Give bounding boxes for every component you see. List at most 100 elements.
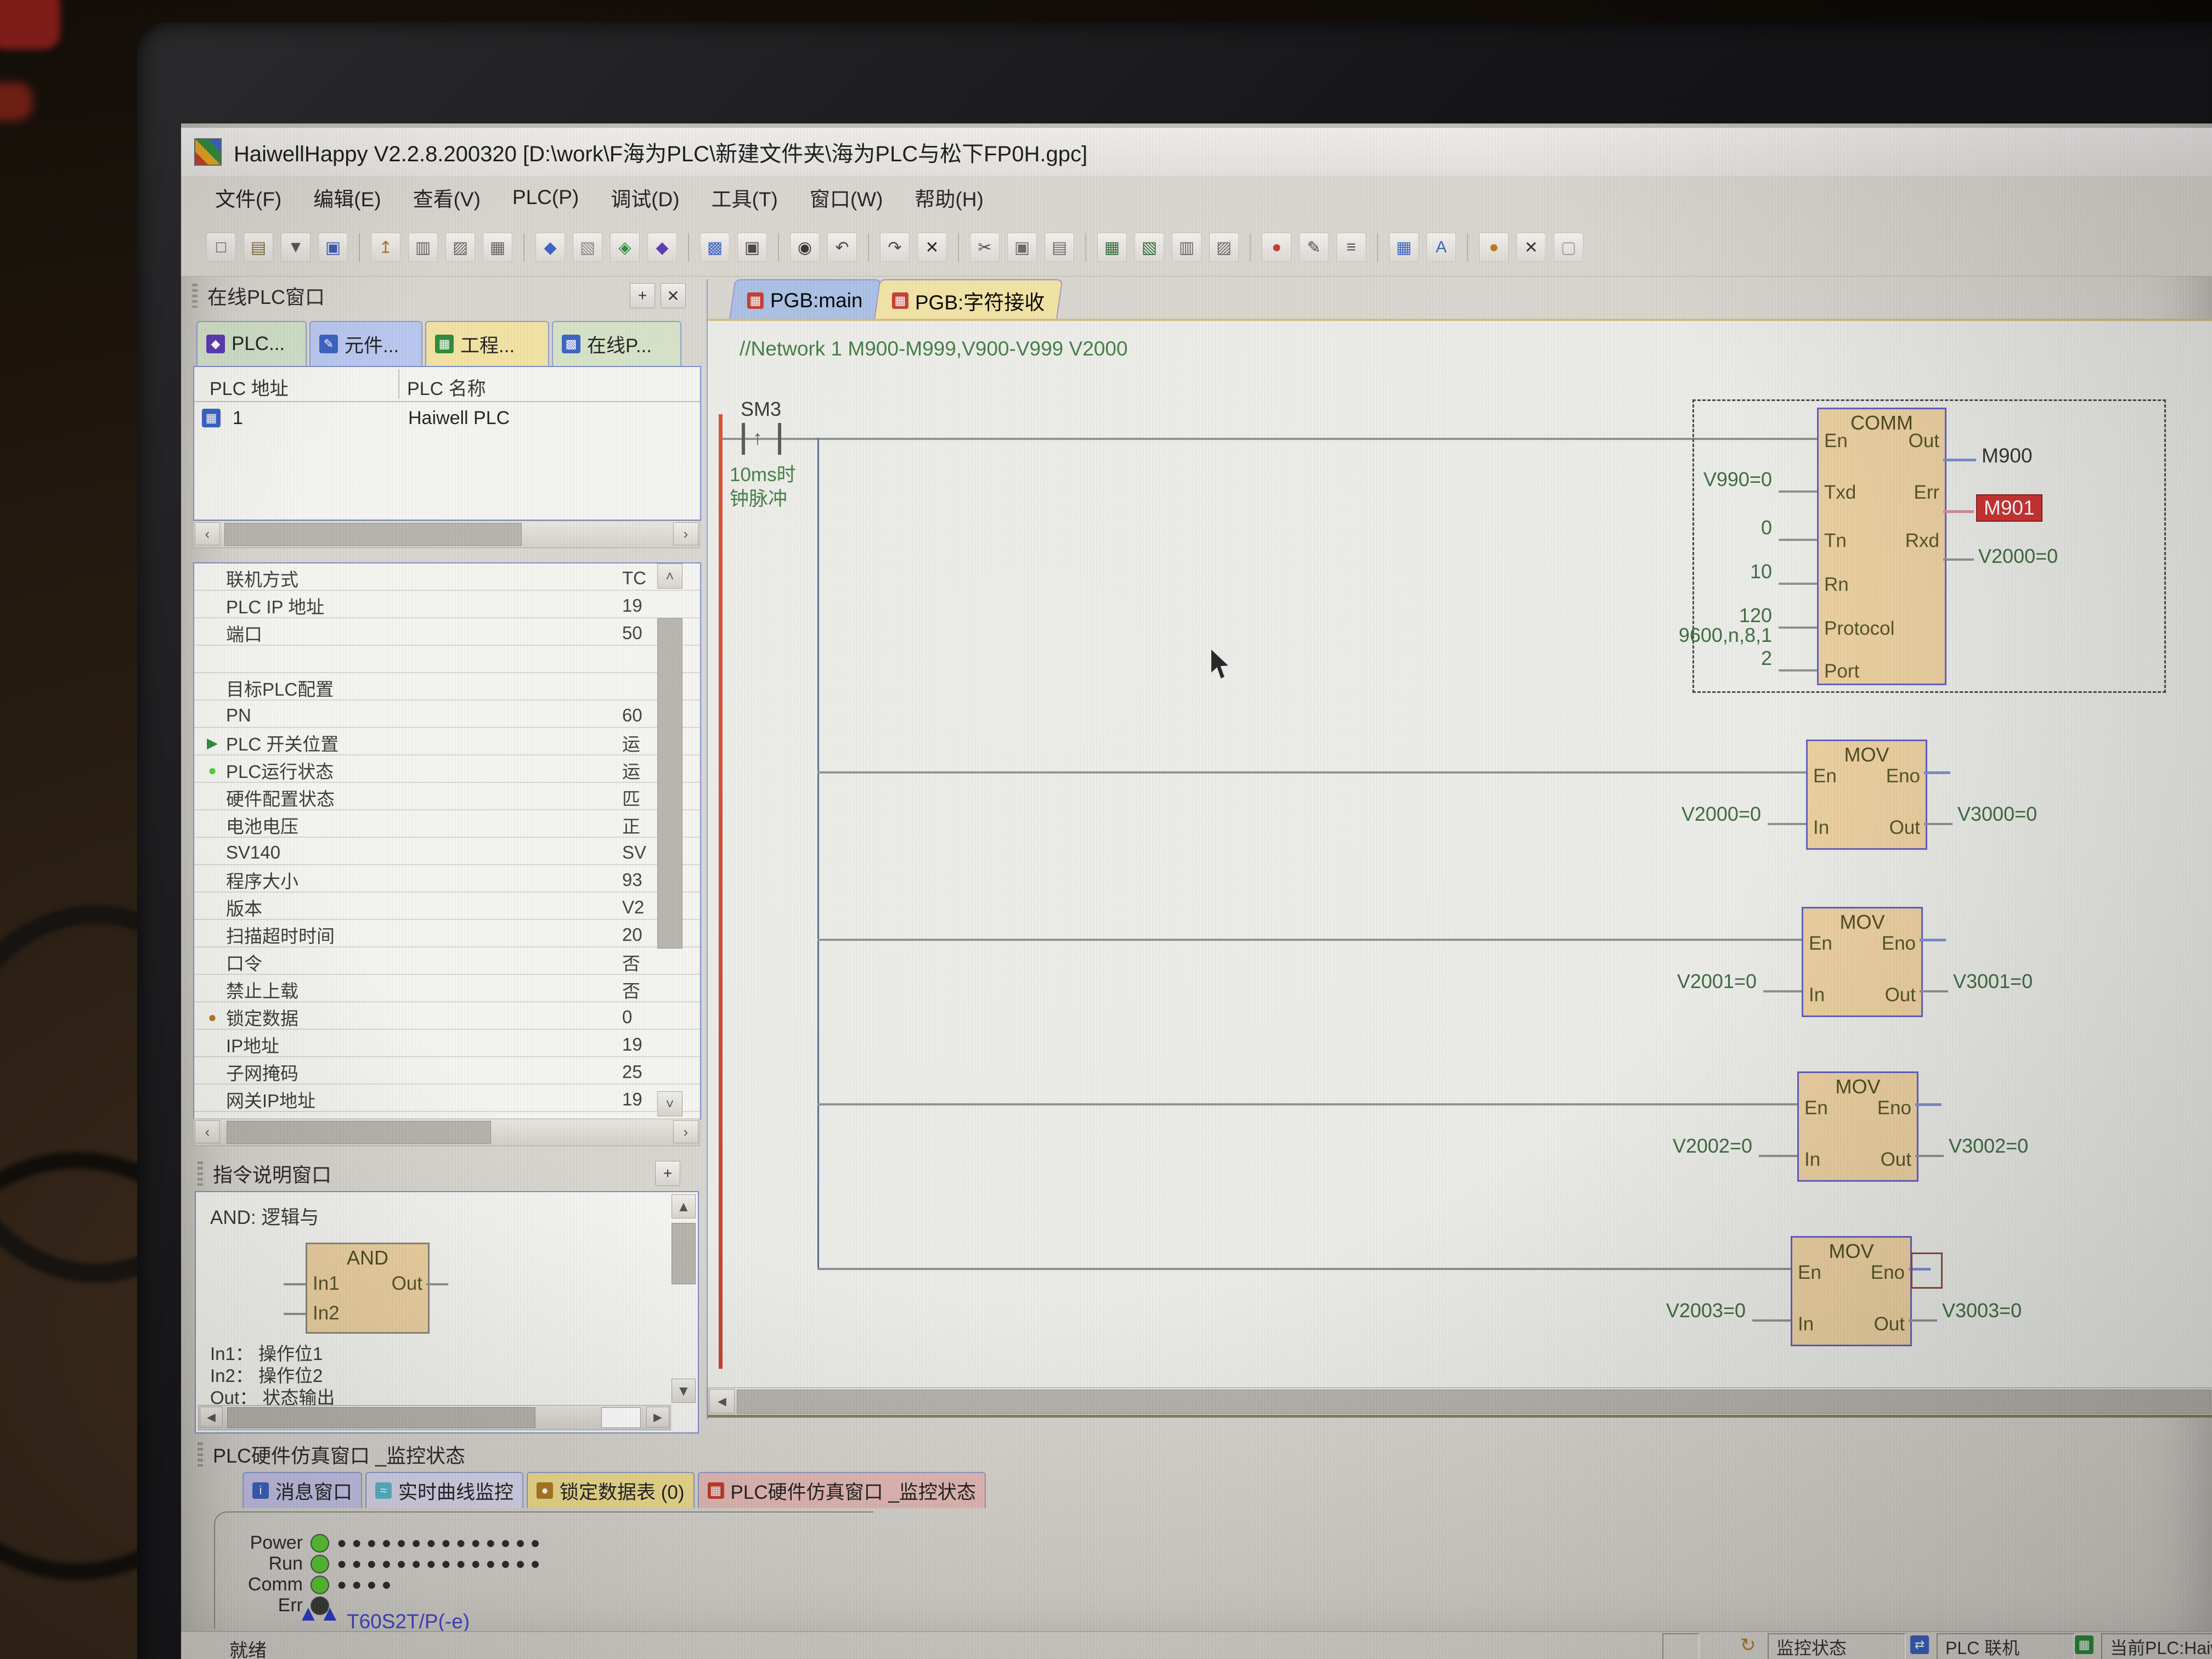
tab-project[interactable]: ▦ 工程... [425, 321, 549, 366]
operand-rn[interactable]: 10 [1640, 560, 1772, 583]
scroll-box[interactable] [601, 1407, 641, 1428]
operand-port[interactable]: 2 [1640, 647, 1772, 670]
paste-icon[interactable]: ▤ [1045, 233, 1074, 262]
find-icon[interactable]: ◉ [790, 233, 820, 262]
export-icon[interactable]: ◆ [535, 233, 565, 262]
mov2-out-operand[interactable]: V3001=0 [1953, 970, 2033, 993]
property-row[interactable]: 版本V2 [194, 894, 700, 921]
upload-icon[interactable]: ↥ [371, 233, 400, 262]
property-row[interactable]: 联机方式TC [194, 565, 700, 592]
tab-plc[interactable]: ◆ PLC... [196, 321, 307, 366]
scroll-up-icon[interactable]: ▲ [672, 1194, 696, 1218]
tab-plc-simulator[interactable]: ▦ PLC硬件仿真窗口 _监控状态 [698, 1472, 986, 1508]
open-project-icon[interactable]: ▤ [244, 233, 273, 262]
tab-curve-monitor[interactable]: ≈ 实时曲线监控 [365, 1472, 523, 1508]
pin-icon[interactable]: + [630, 283, 655, 308]
pen-icon[interactable]: ✎ [1299, 233, 1329, 262]
property-row[interactable]: SV140SV [194, 839, 700, 866]
check-program-icon[interactable]: ▣ [737, 233, 767, 262]
add-network-icon[interactable]: ▦ [1097, 233, 1127, 262]
tab-message-window[interactable]: i 消息窗口 [242, 1472, 362, 1508]
mov-block-4[interactable]: MOV En Eno In Out [1791, 1236, 1912, 1346]
monitor-icon[interactable]: ◆ [647, 233, 677, 262]
instruction-vscrollbar[interactable]: ▲ ▼ [672, 1194, 696, 1403]
undo-icon[interactable]: ↶ [827, 233, 857, 262]
scroll-thumb[interactable] [224, 523, 522, 546]
menu-debug[interactable]: 调试(D) [611, 183, 679, 212]
copy-icon[interactable]: ▣ [1007, 233, 1037, 262]
tab-pgb-main[interactable]: ▦ PGB:main [729, 279, 881, 321]
plc-row[interactable]: ▦ 1 Haiwell PLC [194, 402, 700, 435]
property-row[interactable]: IP地址19 [194, 1031, 700, 1058]
download-program-icon[interactable]: ◈ [610, 233, 640, 262]
menu-window[interactable]: 窗口(W) [810, 183, 883, 212]
scroll-right-icon[interactable]: ► [646, 1407, 669, 1427]
drag-handle[interactable] [198, 1442, 203, 1466]
print-icon[interactable]: ▨ [445, 233, 475, 262]
new-file-icon[interactable]: □ [206, 233, 236, 262]
redo-icon[interactable]: ↷ [880, 233, 910, 262]
scroll-thumb[interactable] [657, 618, 682, 949]
cut-icon[interactable]: ✂ [970, 233, 1000, 262]
operand-txd[interactable]: V990=0 [1640, 468, 1772, 491]
scroll-down-icon[interactable]: ▼ [672, 1379, 696, 1403]
mov-block-3[interactable]: MOV En Eno In Out [1797, 1071, 1918, 1182]
close-icon[interactable]: ✕ [661, 283, 686, 308]
property-grid-hscrollbar[interactable]: ‹ › [193, 1119, 700, 1146]
contact-label[interactable]: SM3 [741, 398, 781, 421]
pin-icon[interactable]: + [655, 1161, 680, 1186]
drag-handle[interactable] [192, 284, 198, 308]
operand-tn[interactable]: 0 [1640, 516, 1772, 539]
scroll-right-icon[interactable]: › [673, 522, 698, 545]
property-row[interactable]: ▶PLC 开关位置运 [194, 729, 700, 757]
close-icon[interactable]: ✕ [1516, 233, 1546, 262]
help-icon[interactable]: ▢ [1554, 233, 1583, 262]
property-row[interactable]: 扫描超时时间20 [194, 921, 700, 949]
menu-plc[interactable]: PLC(P) [512, 186, 579, 209]
menu-edit[interactable]: 编辑(E) [313, 183, 381, 212]
editor-hscrollbar[interactable]: ◄ [708, 1387, 2212, 1416]
mov4-in-operand[interactable]: V2003=0 [1609, 1299, 1746, 1322]
instruction-hscrollbar[interactable]: ◄ ► [198, 1405, 671, 1430]
scroll-up-icon[interactable]: ˄ [657, 563, 682, 589]
property-row[interactable]: 硬件配置状态匹 [194, 784, 700, 811]
operand-port-params[interactable]: 9600,n,8,1 [1564, 624, 1772, 647]
tab-component[interactable]: ✎ 元件... [309, 321, 422, 366]
menu-view[interactable]: 查看(V) [413, 183, 481, 212]
property-row[interactable]: 子网掩码25 [194, 1058, 700, 1086]
comm-block[interactable]: COMM En Txd Tn Rn Protocol Port Out Err … [1817, 408, 1946, 685]
scroll-left-icon[interactable]: ◄ [709, 1389, 735, 1413]
mov4-out-operand[interactable]: V3003=0 [1942, 1299, 2022, 1322]
tab-online-plc[interactable]: ▩ 在线P... [552, 321, 681, 366]
menu-file[interactable]: 文件(F) [215, 183, 281, 212]
tab-pgb-char-receive[interactable]: ▦ PGB:字符接收 [874, 279, 1063, 321]
property-grid-vscrollbar[interactable]: ˄ ˅ [657, 563, 682, 1116]
property-row[interactable]: 电池电压正 [194, 811, 700, 839]
mov3-out-operand[interactable]: V3002=0 [1949, 1135, 2028, 1158]
col-plc-address[interactable]: PLC 地址 [210, 374, 289, 400]
plc-model-label[interactable]: T60S2T/P(-e) [347, 1610, 470, 1633]
property-row[interactable]: 程序大小93 [194, 866, 700, 894]
save-icon[interactable]: ▣ [318, 233, 348, 262]
scroll-thumb[interactable] [737, 1390, 2211, 1414]
property-row[interactable]: PN60 [194, 702, 700, 729]
instruction-table-icon[interactable]: ▦ [1389, 233, 1419, 262]
mov1-in-operand[interactable]: V2000=0 [1624, 803, 1761, 826]
insert-row-icon[interactable]: ▥ [1172, 233, 1201, 262]
lock-icon[interactable]: ● [1479, 233, 1509, 262]
page-setup-icon[interactable]: ▥ [408, 233, 438, 262]
network-comment[interactable]: //Network 1 M900-M999,V900-V999 V2000 [740, 337, 1128, 360]
insert-network-icon[interactable]: ▧ [1135, 233, 1164, 262]
menu-tools[interactable]: 工具(T) [712, 183, 778, 212]
operand-err[interactable]: M901 [1976, 494, 2042, 522]
comment-icon[interactable]: ≡ [1336, 233, 1366, 262]
insert-col-icon[interactable]: ▨ [1209, 233, 1239, 262]
operand-out[interactable]: M900 [1982, 444, 2033, 467]
open-recent-icon[interactable]: ▼ [281, 233, 311, 262]
property-row[interactable]: 目标PLC配置 [194, 674, 700, 702]
menu-help[interactable]: 帮助(H) [915, 183, 983, 212]
col-plc-name[interactable]: PLC 名称 [407, 374, 486, 400]
delete-icon[interactable]: ✕ [917, 233, 947, 262]
scroll-thumb[interactable] [227, 1121, 491, 1144]
scroll-left-icon[interactable]: ‹ [195, 522, 220, 545]
